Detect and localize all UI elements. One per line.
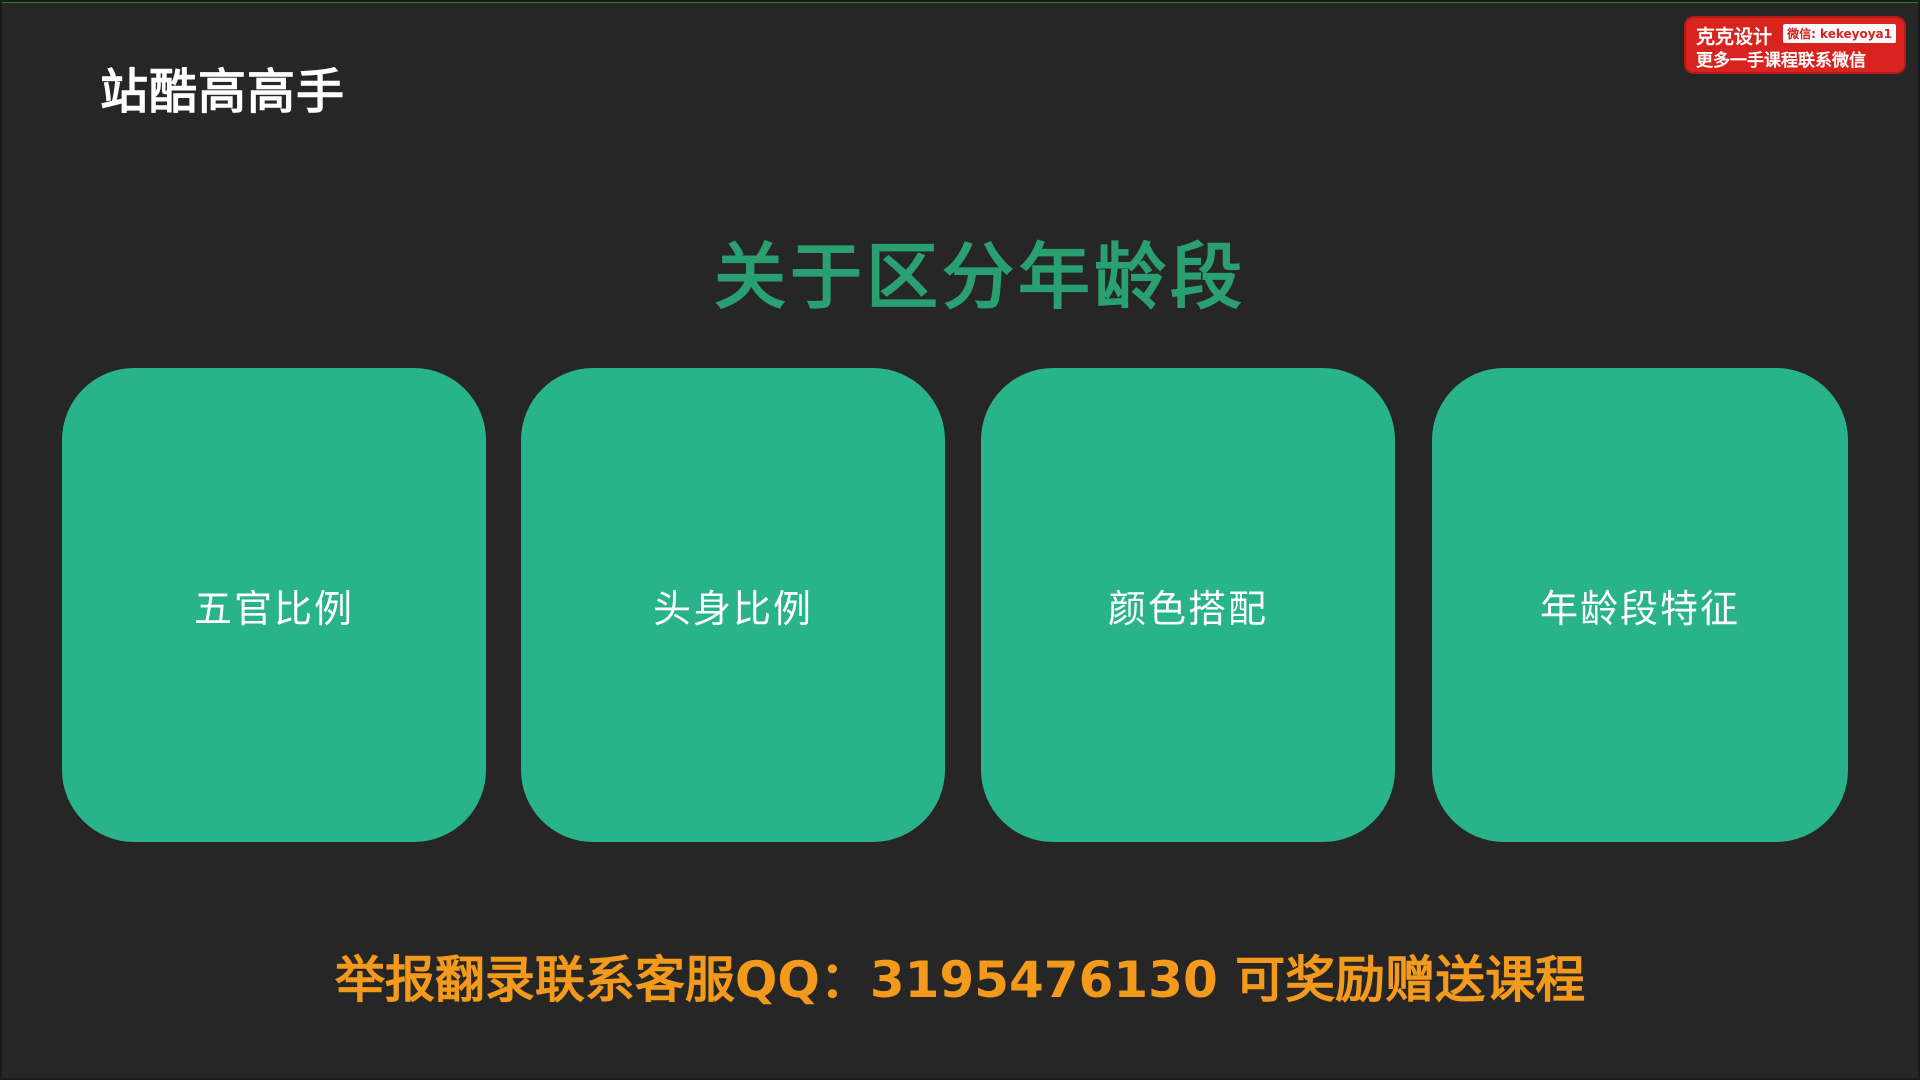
badge-title: 克克设计 — [1696, 26, 1773, 48]
slide-title: 关于区分年龄段 — [713, 235, 1246, 319]
card-head-body-ratio: 头身比例 — [521, 368, 945, 842]
footer-notice: 举报翻录联系客服QQ：3195476130 可奖励赠送课程 — [334, 951, 1586, 1009]
card-label: 年龄段特征 — [1539, 586, 1740, 631]
topic-cards: 五官比例 头身比例 颜色搭配 年龄段特征 — [62, 368, 1848, 842]
badge-wechat-id: 微信: kekeyoya1 — [1783, 24, 1896, 43]
card-label: 头身比例 — [652, 586, 813, 631]
card-age-features: 年龄段特征 — [1432, 368, 1848, 842]
card-facial-proportion: 五官比例 — [62, 368, 486, 842]
card-color-matching: 颜色搭配 — [981, 368, 1395, 842]
top-accent-line — [0, 0, 1920, 3]
card-label: 五官比例 — [193, 586, 354, 631]
watermark-badge: 克克设计 微信: kekeyoya1 更多一手课程联系微信 — [1686, 18, 1904, 72]
badge-subtitle: 更多一手课程联系微信 — [1696, 51, 1866, 71]
card-label: 颜色搭配 — [1107, 586, 1268, 631]
brand-logo: 站酷高高手 — [100, 64, 346, 120]
slide: 站酷高高手 克克设计 微信: kekeyoya1 更多一手课程联系微信 关于区分… — [0, 0, 1920, 1080]
